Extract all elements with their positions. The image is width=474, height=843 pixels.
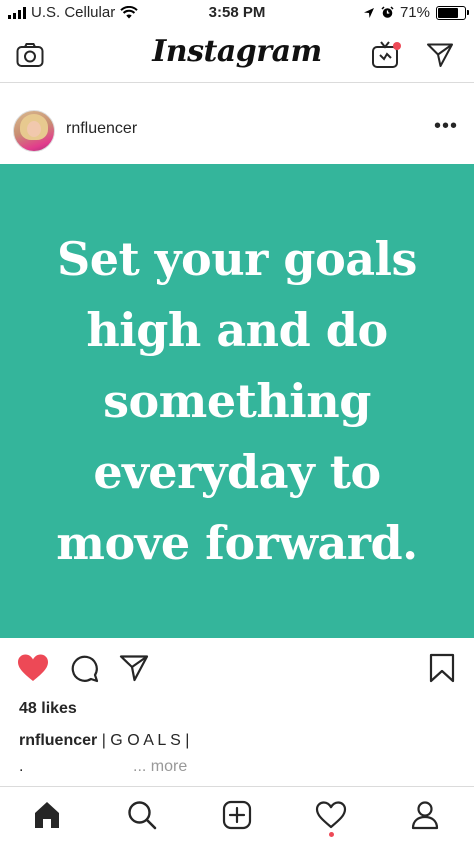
caption-username[interactable]: rnfluencer: [19, 732, 97, 749]
quote-line: high and do: [86, 302, 388, 357]
avatar[interactable]: [13, 110, 55, 152]
more-link[interactable]: ... more: [133, 758, 187, 776]
caption: rnfluencer | G O A L S |: [19, 732, 189, 750]
battery-percent: 71%: [399, 4, 430, 21]
location-icon: [363, 7, 374, 18]
more-options-icon[interactable]: •••: [434, 116, 458, 136]
comment-button[interactable]: [66, 650, 102, 686]
quote-line: something: [103, 373, 371, 428]
bottom-tab-bar: [0, 786, 474, 843]
share-button[interactable]: [116, 650, 152, 686]
tab-search[interactable]: [122, 795, 162, 835]
home-icon: [35, 802, 59, 828]
status-bar: U.S. Cellular 3:58 PM 71%: [0, 0, 474, 28]
battery-icon: [436, 5, 469, 20]
post-actions: [0, 650, 474, 690]
post-header: rnfluencer •••: [0, 102, 474, 158]
activity-notification-dot: [329, 832, 334, 837]
app-header: Instagram: [0, 28, 474, 83]
profile-icon: [411, 801, 439, 830]
quote-text: Set your goals high and do something eve…: [17, 224, 457, 579]
share-icon: [119, 655, 149, 682]
quote-line: everyday to: [93, 444, 381, 499]
caption-text: | G O A L S |: [97, 732, 190, 749]
activity-heart-icon: [315, 801, 347, 829]
quote-line: Set your goals: [57, 231, 417, 286]
tab-activity[interactable]: [311, 795, 351, 835]
comment-icon: [71, 655, 99, 683]
tab-profile[interactable]: [405, 795, 445, 835]
post-username[interactable]: rnfluencer: [66, 120, 137, 138]
alarm-icon: [381, 6, 394, 18]
bookmark-icon: [429, 653, 455, 683]
igtv-button[interactable]: [369, 38, 403, 72]
bookmark-button[interactable]: [424, 650, 460, 686]
quote-line: move forward.: [56, 515, 418, 570]
tab-home[interactable]: [27, 795, 67, 835]
caption-second-line: .: [19, 758, 24, 775]
search-icon: [128, 801, 157, 830]
direct-message-icon: [427, 43, 453, 67]
igtv-icon: [372, 41, 401, 68]
direct-message-button[interactable]: [423, 38, 457, 72]
post-image[interactable]: Set your goals high and do something eve…: [0, 164, 474, 638]
like-button[interactable]: [15, 650, 51, 686]
new-post-icon: [222, 800, 252, 830]
tab-new-post[interactable]: [217, 795, 257, 835]
like-heart-icon: [18, 654, 48, 681]
likes-count[interactable]: 48 likes: [19, 700, 77, 718]
